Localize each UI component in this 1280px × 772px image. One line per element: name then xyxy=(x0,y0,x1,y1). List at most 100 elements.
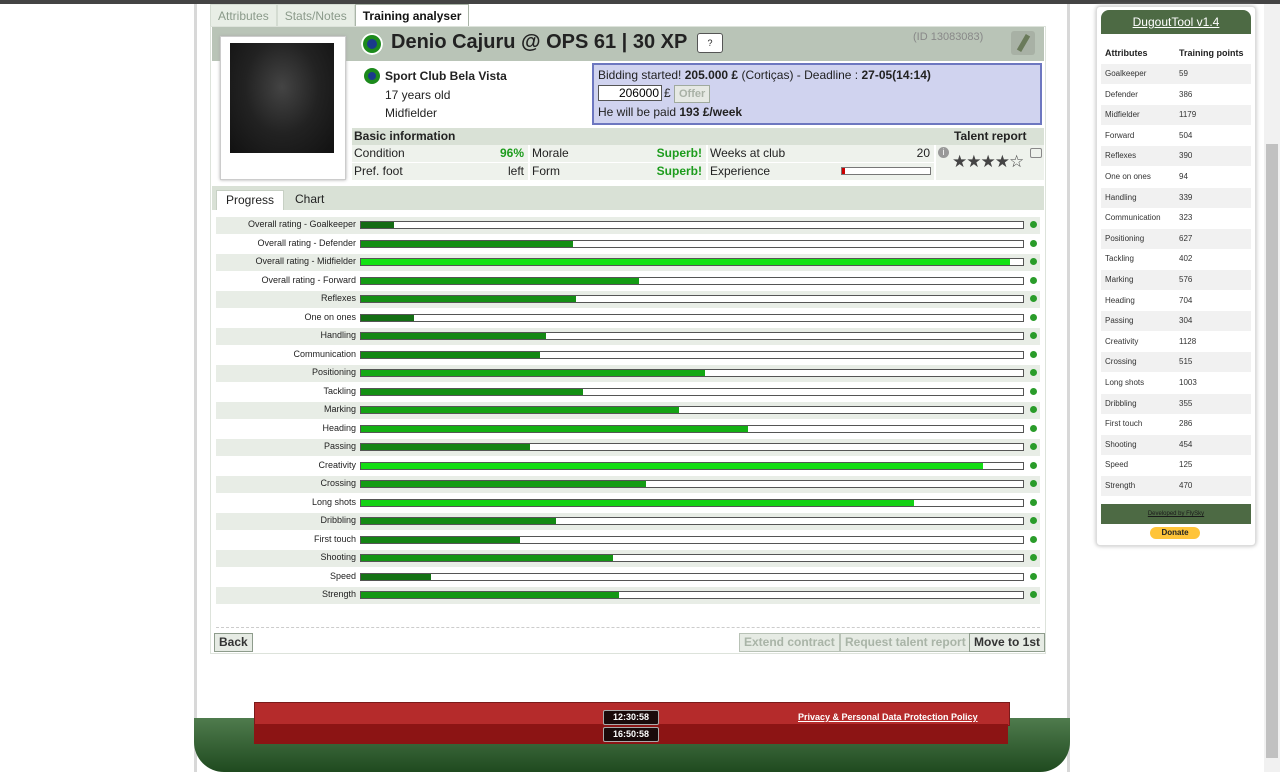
progress-bar-fill xyxy=(361,592,620,598)
dugouttool-points: 125 xyxy=(1179,460,1193,470)
progress-bar xyxy=(360,313,1024,322)
tab-stats-notes[interactable]: Stats/Notes xyxy=(276,4,355,26)
progress-bar-fill xyxy=(361,407,679,413)
dugouttool-attribute: Tackling xyxy=(1105,254,1134,264)
status-dot-icon xyxy=(1030,313,1037,321)
dugouttool-points: 1003 xyxy=(1179,378,1197,387)
progress-bar xyxy=(360,406,1024,414)
experience-bar xyxy=(841,167,931,175)
dugouttool-points: 390 xyxy=(1179,151,1193,161)
divider xyxy=(216,627,1040,628)
donate-button[interactable]: Donate xyxy=(1150,527,1200,539)
dugouttool-row: Speed 125 xyxy=(1101,455,1251,475)
status-dot-icon xyxy=(1030,369,1037,376)
progress-row-label: First touch xyxy=(313,533,356,544)
bid-status: Bidding started! 205.000 £ (Cortiças) - … xyxy=(598,68,1036,82)
dugouttool-points: 504 xyxy=(1179,130,1193,140)
progress-row-label: Shooting xyxy=(320,552,356,562)
progress-bar-fill xyxy=(361,333,547,339)
info-icon[interactable]: i xyxy=(938,147,949,158)
back-button[interactable]: Back xyxy=(214,633,253,652)
status-dot-icon xyxy=(1030,572,1037,580)
request-talent-report-button[interactable]: Request talent report xyxy=(840,633,971,652)
shirt-icon[interactable]: ? xyxy=(697,33,723,53)
progress-bar xyxy=(360,461,1024,470)
dugouttool-points: 1128 xyxy=(1179,336,1197,346)
progress-row-label: Strength xyxy=(321,589,356,599)
privacy-link[interactable]: Privacy & Personal Data Protection Polic… xyxy=(798,712,978,722)
progress-row-label: Communication xyxy=(293,348,356,359)
tab-training-analyser[interactable]: Training analyser xyxy=(354,4,470,26)
progress-row: Long shots xyxy=(216,495,1040,512)
dugouttool-points: 515 xyxy=(1179,357,1193,367)
player-position: Midfielder xyxy=(385,106,438,120)
status-dot-icon xyxy=(1030,221,1037,228)
status-dot-icon xyxy=(1030,535,1037,543)
status-dot-icon xyxy=(1030,406,1037,413)
bid-amount-input[interactable] xyxy=(598,85,662,101)
status-dot-icon xyxy=(1030,350,1037,358)
dugouttool-attribute: Marking xyxy=(1105,275,1134,284)
dugouttool-points: 386 xyxy=(1179,89,1193,99)
progress-row-label: Overall rating - Midfielder xyxy=(255,256,356,266)
progress-tabs-bar xyxy=(212,186,1044,210)
progress-bar xyxy=(360,369,1024,377)
condition-label: Condition xyxy=(354,146,405,160)
dugouttool-points: 576 xyxy=(1179,275,1193,284)
tab-progress[interactable]: Progress xyxy=(216,190,285,210)
move-to-first-button[interactable]: Move to 1st xyxy=(969,633,1046,652)
progress-row-label: Handling xyxy=(320,330,356,340)
dugouttool-points: 355 xyxy=(1179,398,1193,408)
progress-row-label: Overall rating - Goalkeeper xyxy=(247,219,356,229)
tab-chart[interactable]: Chart xyxy=(286,190,333,209)
weeks-label: Weeks at club xyxy=(710,146,786,160)
dugouttool-attribute: Midfielder xyxy=(1105,110,1140,120)
progress-bar-fill xyxy=(361,259,1010,265)
progress-row: Speed xyxy=(216,569,1040,586)
dugouttool-points: 304 xyxy=(1179,316,1193,326)
club-name[interactable]: Sport Club Bela Vista xyxy=(385,69,507,83)
dugouttool-attribute: Dribbling xyxy=(1105,398,1137,408)
status-dot-icon xyxy=(1030,461,1037,469)
lock-icon[interactable] xyxy=(1030,148,1042,158)
progress-row: Heading xyxy=(216,421,1040,438)
progress-bar-fill xyxy=(361,388,583,395)
dugouttool-col-attributes: Attributes xyxy=(1105,48,1148,58)
dugouttool-attribute: Reflexes xyxy=(1105,151,1137,161)
tab-attributes[interactable]: Attributes xyxy=(210,4,277,26)
scrollbar-thumb[interactable] xyxy=(1266,144,1278,758)
status-dot-icon xyxy=(1030,258,1037,265)
pencil-icon[interactable] xyxy=(1011,31,1035,55)
dugouttool-points: 627 xyxy=(1179,233,1193,243)
status-dot-icon xyxy=(1030,517,1037,524)
offer-button[interactable]: Offer xyxy=(674,85,711,103)
progress-bar-fill xyxy=(361,277,640,284)
dugouttool-row: Positioning 627 xyxy=(1101,228,1251,249)
wage-line: He will be paid 193 £/week xyxy=(598,105,742,119)
progress-row: Crossing xyxy=(216,476,1040,493)
status-dot-icon xyxy=(1030,239,1037,247)
experience-label: Experience xyxy=(710,164,771,178)
dugouttool-attribute: Creativity xyxy=(1105,336,1139,346)
progress-row-label: Tackling xyxy=(323,385,356,396)
wage-value: 193 £/week xyxy=(679,105,743,119)
dugouttool-title[interactable]: DugoutTool v1.4 xyxy=(1101,10,1251,34)
progress-row: One on ones xyxy=(216,310,1040,327)
wage-prefix: He will be paid xyxy=(598,105,680,119)
progress-row-label: One on ones xyxy=(304,311,356,322)
form-value: Superb! xyxy=(656,164,702,178)
progress-bar xyxy=(360,258,1024,266)
local-clock: 16:50:58 xyxy=(603,727,659,742)
progress-bar-fill xyxy=(361,444,530,450)
progress-bar-fill xyxy=(361,518,557,524)
player-photo xyxy=(230,43,334,153)
progress-row-label: Positioning xyxy=(311,367,356,377)
progress-bar xyxy=(360,350,1024,359)
progress-row: Tackling xyxy=(216,384,1040,401)
dugouttool-row: Reflexes 390 xyxy=(1101,146,1251,167)
morale-label: Morale xyxy=(532,146,569,160)
dugouttool-row: Tackling 402 xyxy=(1101,249,1251,269)
extend-contract-button[interactable]: Extend contract xyxy=(739,633,840,652)
foot-value: left xyxy=(507,164,524,178)
developed-by-link[interactable]: Developed by FlySky xyxy=(1101,504,1251,524)
